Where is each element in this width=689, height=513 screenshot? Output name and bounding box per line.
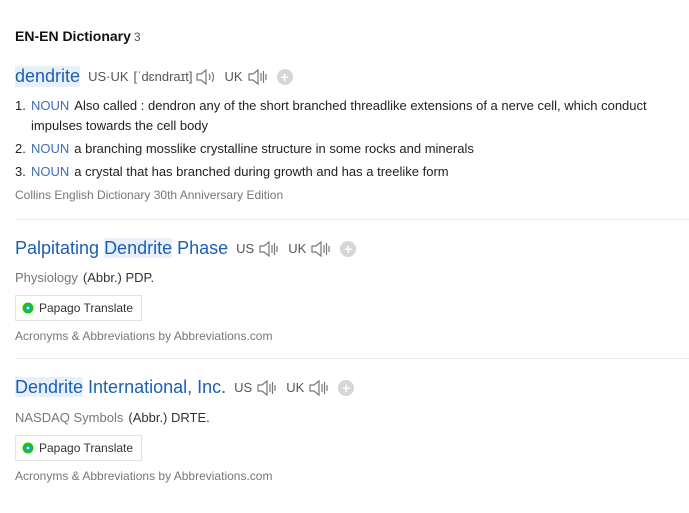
add-to-wordbook-button[interactable]: + [276,68,293,85]
definition-text: a branching mosslike crystalline structu… [74,141,474,156]
definition-body: NOUN a branching mosslike crystalline str… [31,139,670,159]
headword-text: Palpitating [15,238,105,258]
pronunciation-uk: UK [225,68,269,86]
pronunciation-uk: UK [288,240,332,258]
headword-link[interactable]: Dendrite International, Inc. [15,377,226,398]
papago-label: Papago Translate [39,301,134,315]
speaker-icon[interactable] [308,379,330,397]
section-title-text: EN-EN Dictionary [15,28,131,44]
entry-meta: NASDAQ Symbols (Abbr.) DRTE. [15,410,210,425]
headword-link[interactable]: dendrite [15,66,81,87]
headword-link[interactable]: Palpitating Dendrite Phase [15,238,228,259]
entry-drte-header: Dendrite International, Inc. US UK + [15,377,355,398]
speaker-icon[interactable] [258,240,280,258]
speaker-icon[interactable] [195,68,217,86]
definition-text: a crystal that has branched during growt… [74,164,449,179]
headword-text: International, Inc. [83,377,227,397]
uk-label: UK [288,241,307,256]
uk-label: UK [224,69,243,84]
source-credit[interactable]: Collins English Dictionary 30th Annivers… [15,185,670,205]
part-of-speech: NOUN [31,164,70,179]
us-label: US [236,241,255,256]
definition-body: NOUN Also called : dendron any of the sho… [31,96,670,136]
ipa-text: [ˈdɛndraɪt] [133,69,193,84]
source-credit[interactable]: Acronyms & Abbreviations by Abbreviation… [15,469,272,483]
section-title: EN-EN Dictionary 3 [15,28,141,44]
pronunciation-us: US [236,240,280,258]
headword-highlight: Dendrite [104,238,173,258]
papago-translate-button[interactable]: Papago Translate [15,295,143,321]
papago-translate-button[interactable]: Papago Translate [15,435,143,461]
abbreviation-text: (Abbr.) PDP. [82,270,155,285]
papago-label: Papago Translate [39,441,134,455]
headword-text: Phase [172,238,229,258]
pronunciation-us: US [234,379,278,397]
speaker-icon[interactable] [310,240,332,258]
definition-number: 1. [15,98,26,113]
add-to-wordbook-button[interactable]: + [338,379,355,396]
category-label: Physiology [15,270,78,285]
definition-item: 1. NOUN Also called : dendron any of the … [15,96,670,136]
source-credit[interactable]: Acronyms & Abbreviations by Abbreviation… [15,329,272,343]
pronunciation-us-uk: US·UK [ˈdɛndraɪt] [88,68,216,86]
entry-pdp-header: Palpitating Dendrite Phase US UK + [15,238,357,259]
definition-number: 3. [15,164,26,179]
entry-meta: Physiology (Abbr.) PDP. [15,270,154,285]
definitions-list: 1. NOUN Also called : dendron any of the … [15,96,670,205]
definition-text: Also called : dendron any of the short b… [31,98,647,133]
papago-logo-icon [22,302,34,314]
category-label: NASDAQ Symbols [15,410,124,425]
papago-logo-icon [22,442,34,454]
result-count: 3 [133,30,141,44]
us-uk-label: US·UK [88,69,129,84]
definition-body: NOUN a crystal that has branched during g… [31,162,670,182]
speaker-icon[interactable] [247,68,269,86]
divider [15,358,689,359]
add-to-wordbook-button[interactable]: + [340,240,357,257]
part-of-speech: NOUN [31,141,70,156]
definition-item: 3. NOUN a crystal that has branched durin… [15,162,670,182]
definition-item: 2. NOUN a branching mosslike crystalline … [15,139,670,159]
part-of-speech: NOUN [31,98,70,113]
headword-highlight: Dendrite [15,377,84,397]
us-label: US [234,380,253,395]
speaker-icon[interactable] [256,379,278,397]
divider [15,219,689,220]
pronunciation-uk: UK [286,379,330,397]
definition-number: 2. [15,141,26,156]
uk-label: UK [286,380,305,395]
entry-dendrite-header: dendrite US·UK [ˈdɛndraɪt] UK + [15,66,293,87]
abbreviation-text: (Abbr.) DRTE. [128,410,210,425]
